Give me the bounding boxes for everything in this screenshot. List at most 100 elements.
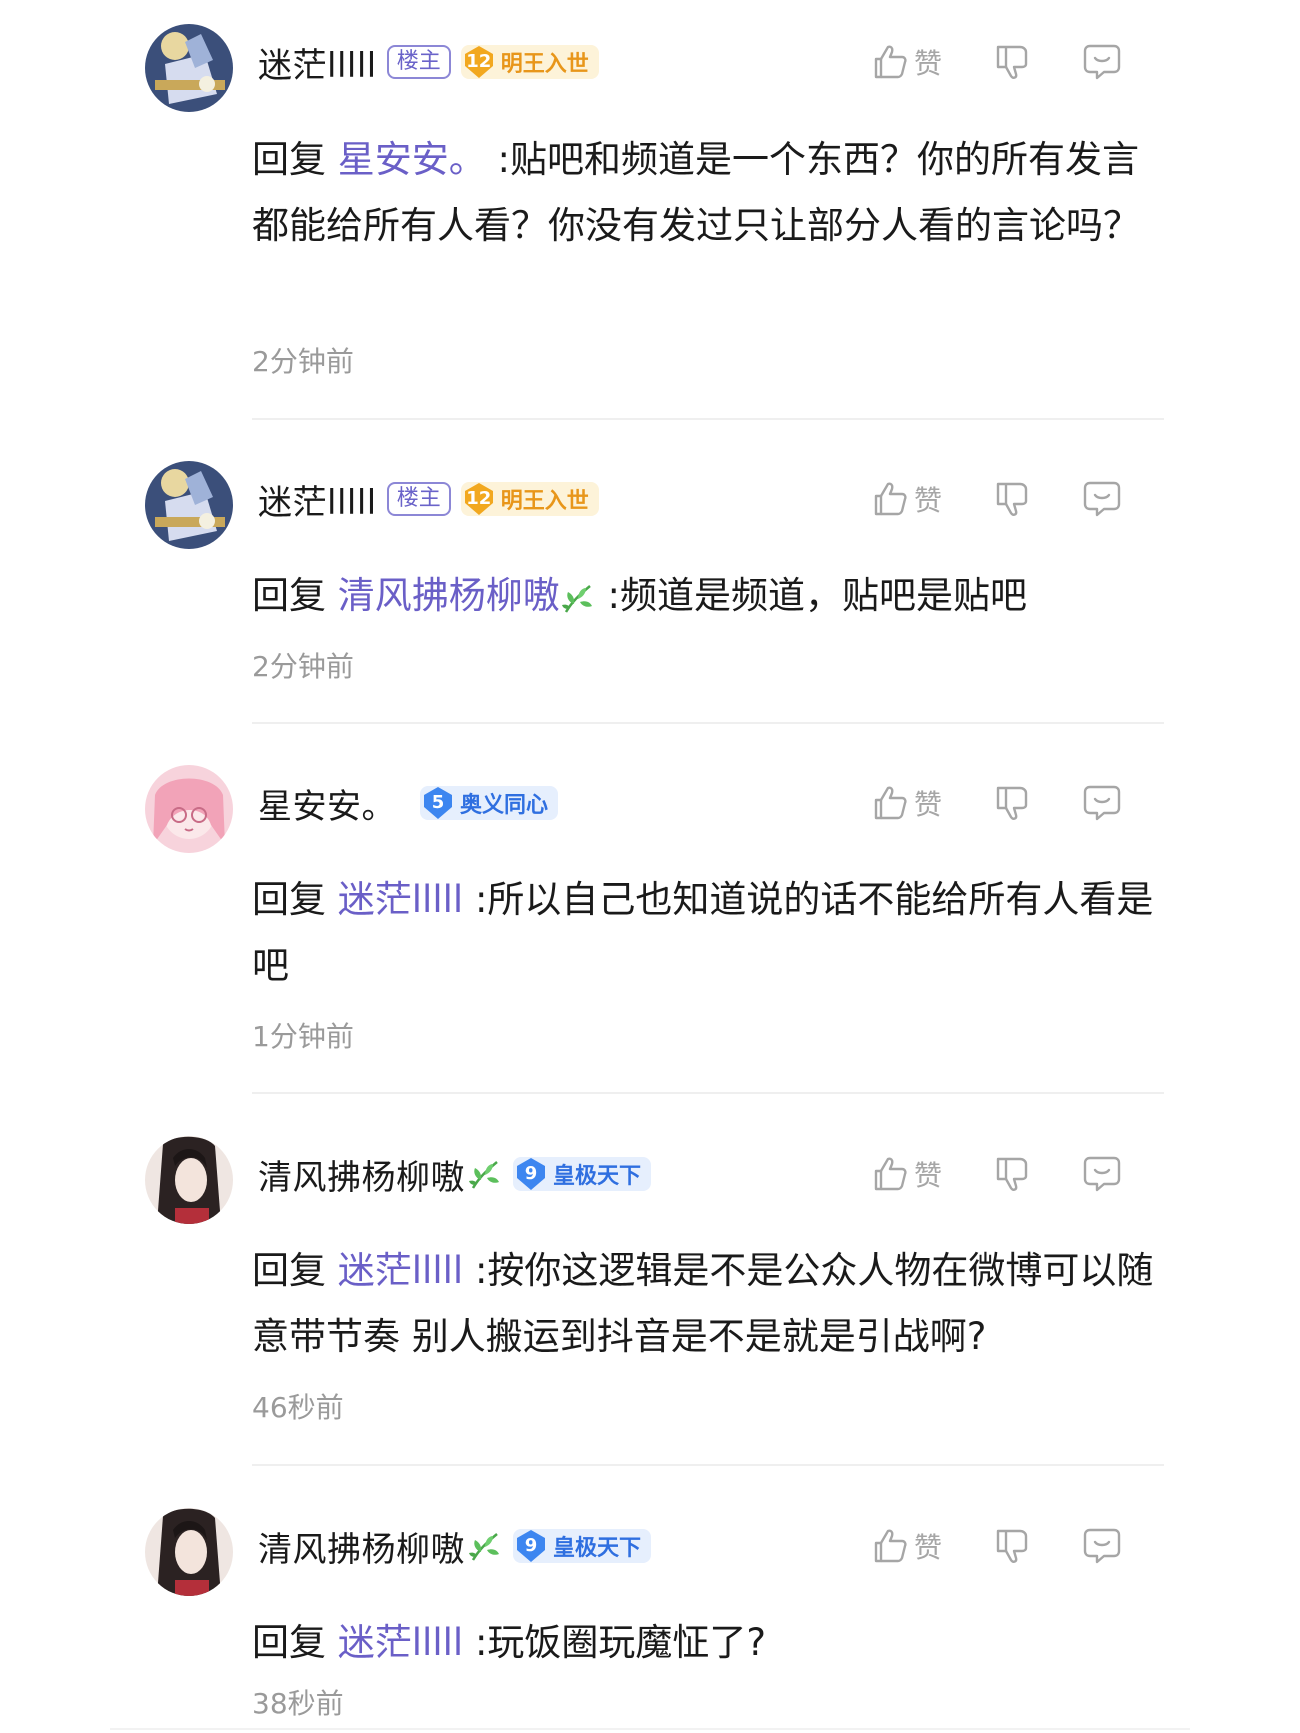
reply-bubble-icon [1082,1526,1122,1566]
like-button[interactable]: 赞 [870,479,942,519]
dislike-button[interactable] [992,1526,1032,1566]
user-info-row: 清风拂杨柳嗷 9 皇极天下 [258,1521,652,1571]
level-icon: 5 [420,785,456,821]
thumb-down-icon [992,479,1032,519]
comment-text: 回复 清风拂杨柳嗷 :频道是频道，贴吧是贴吧 [252,563,1172,629]
dislike-button[interactable] [992,479,1032,519]
like-label: 赞 [914,1531,943,1564]
avatar[interactable] [145,461,233,549]
avatar[interactable] [145,24,233,112]
reply-prefix: 回复 [252,1249,326,1292]
leaf-icon [467,1528,503,1564]
comment-text: 回复 迷茫lllll :玩饭圈玩魔怔了? [252,1610,1172,1676]
reply-target-user[interactable]: 迷茫lllll [338,1249,463,1292]
reply-target-user[interactable]: 迷茫lllll [338,878,463,921]
level-badge: 9 皇极天下 [513,1528,652,1564]
reply-button[interactable] [1082,1526,1122,1566]
like-button[interactable]: 赞 [870,1154,942,1194]
reply-prefix: 回复 [252,138,326,181]
level-badge: 9 皇极天下 [513,1156,652,1192]
level-icon: 12 [461,481,497,517]
dislike-button[interactable] [992,783,1032,823]
user-info-row: 迷茫lllll 楼主 12 明王入世 [258,37,599,87]
timestamp: 38秒前 [252,1687,344,1720]
level-badge: 5 奥义同心 [420,785,559,821]
owner-badge: 楼主 [386,482,451,516]
reply-bubble-icon [1082,479,1122,519]
reply-button[interactable] [1082,783,1122,823]
timestamp: 1分钟前 [252,1020,354,1053]
level-title: 明王入世 [500,52,589,77]
reply-bubble-icon [1082,1154,1122,1194]
comment-text: 回复 迷茫lllll :按你这逻辑是不是公众人物在微博可以随意带节奏 别人搬运到… [252,1238,1172,1370]
action-bar: 赞 [870,474,1122,524]
level-title: 皇极天下 [553,1164,642,1189]
thumb-down-icon [992,1154,1032,1194]
user-info-row: 清风拂杨柳嗷 9 皇极天下 [258,1149,652,1199]
timestamp: 46秒前 [252,1391,344,1424]
leaf-icon [467,1156,503,1192]
thumb-down-icon [992,42,1032,82]
reply-content: :玩饭圈玩魔怔了? [474,1621,767,1664]
like-label: 赞 [914,484,943,517]
reply-button[interactable] [1082,479,1122,519]
level-title: 皇极天下 [553,1536,642,1561]
thumb-up-icon [870,42,910,82]
username[interactable]: 星安安。 [258,779,396,828]
action-bar: 赞 [870,1521,1122,1571]
user-info-row: 迷茫lllll 楼主 12 明王入世 [258,474,599,524]
username[interactable]: 迷茫lllll [258,475,377,524]
avatar[interactable] [145,1508,233,1596]
like-label: 赞 [914,788,943,821]
like-label: 赞 [914,1159,943,1192]
username[interactable]: 迷茫lllll [258,38,377,87]
comment-text: 回复 迷茫lllll :所以自己也知道说的话不能给所有人看是吧 [252,867,1172,999]
action-bar: 赞 [870,1149,1122,1199]
level-badge: 12 明王入世 [460,44,599,80]
action-bar: 赞 [870,37,1122,87]
like-label: 赞 [914,47,943,80]
username[interactable]: 清风拂杨柳嗷 [258,1522,465,1571]
comment-text: 回复 星安安。 :贴吧和频道是一个东西？你的所有发言都能给所有人看？你没有发过只… [252,127,1172,259]
level-title: 奥义同心 [460,793,549,818]
divider [252,722,1164,724]
dislike-button[interactable] [992,42,1032,82]
username[interactable]: 清风拂杨柳嗷 [258,1150,465,1199]
level-badge: 12 明王入世 [460,481,599,517]
like-button[interactable]: 赞 [870,783,942,823]
dislike-button[interactable] [992,1154,1032,1194]
like-button[interactable]: 赞 [870,1526,942,1566]
leaf-icon [560,580,596,616]
level-icon: 9 [513,1528,549,1564]
action-bar: 赞 [870,778,1122,828]
thumb-down-icon [992,783,1032,823]
thumb-down-icon [992,1526,1032,1566]
divider [252,1464,1164,1466]
reply-target-user[interactable]: 星安安。 [338,138,486,181]
reply-button[interactable] [1082,1154,1122,1194]
reply-button[interactable] [1082,42,1122,82]
level-title: 明王入世 [500,489,589,514]
level-icon: 9 [513,1156,549,1192]
divider [110,1728,1190,1730]
owner-badge: 楼主 [386,45,451,79]
reply-bubble-icon [1082,42,1122,82]
avatar[interactable] [145,1136,233,1224]
reply-prefix: 回复 [252,1621,326,1664]
thumb-up-icon [870,1154,910,1194]
thumb-up-icon [870,1526,910,1566]
like-button[interactable]: 赞 [870,42,942,82]
reply-target-user[interactable]: 迷茫lllll [338,1621,463,1664]
timestamp: 2分钟前 [252,650,354,683]
level-icon: 12 [461,44,497,80]
reply-content: :频道是频道，贴吧是贴吧 [607,574,1027,617]
user-info-row: 星安安。 5 奥义同心 [258,778,559,828]
divider [252,1092,1164,1094]
timestamp: 2分钟前 [252,345,354,378]
reply-prefix: 回复 [252,574,326,617]
divider [252,418,1164,420]
thumb-up-icon [870,479,910,519]
reply-target-user[interactable]: 清风拂杨柳嗷 [338,574,560,617]
avatar[interactable] [145,765,233,853]
reply-prefix: 回复 [252,878,326,921]
